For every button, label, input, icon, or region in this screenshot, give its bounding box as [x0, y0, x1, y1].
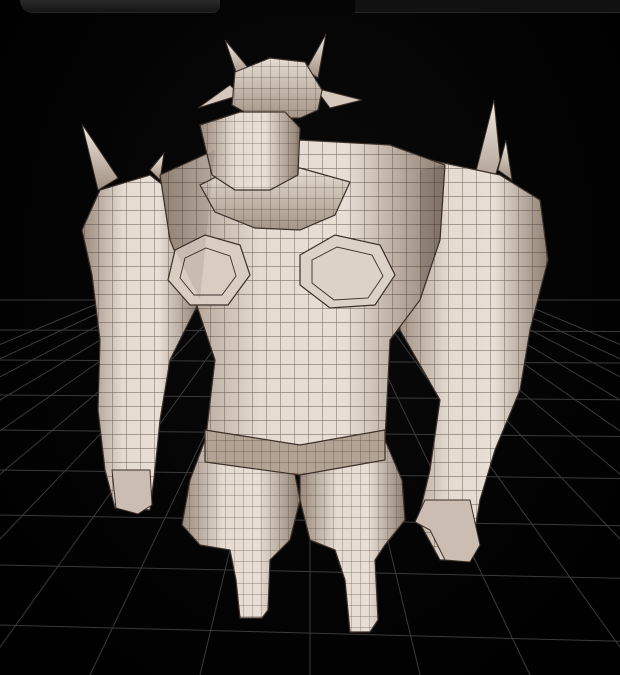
left-hand [111, 469, 153, 515]
3d-viewport[interactable] [0, 0, 620, 675]
left-shoulder-spike [81, 123, 119, 191]
viewport-canvas[interactable] [0, 0, 620, 675]
minotaur-mesh[interactable] [81, 33, 549, 633]
